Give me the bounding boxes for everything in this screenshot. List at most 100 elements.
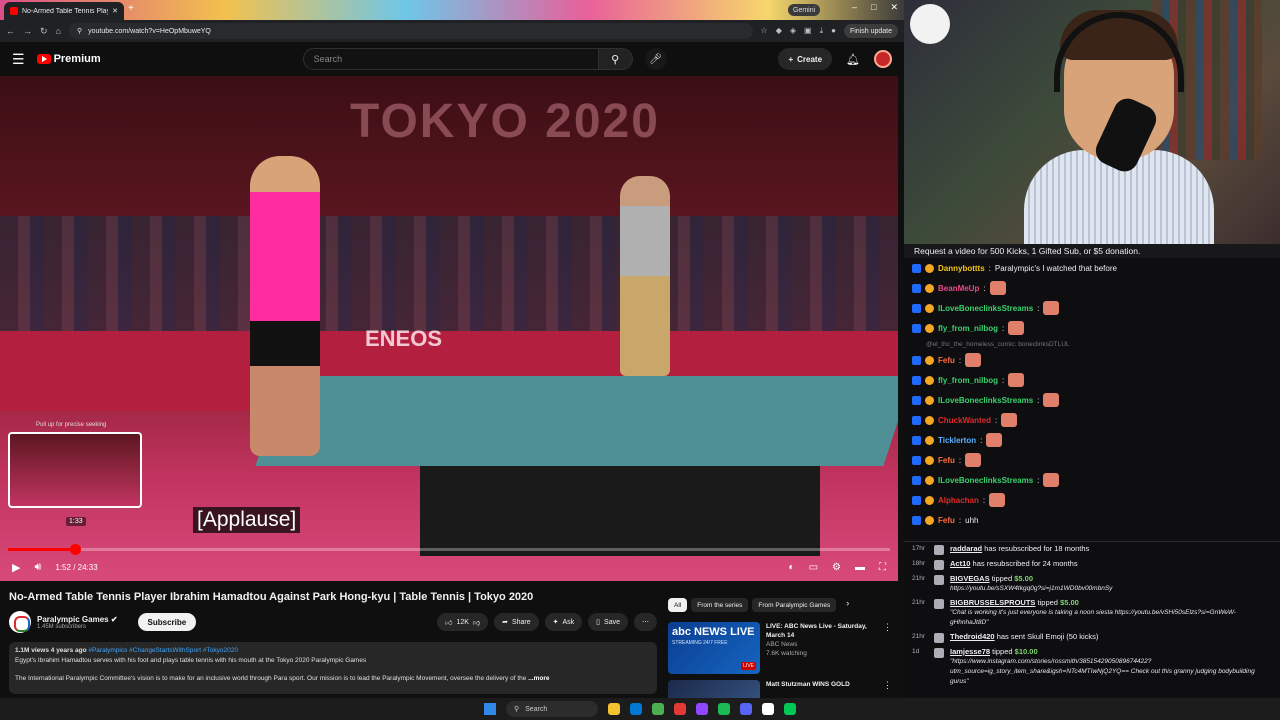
close-tab-icon[interactable]: ✕	[112, 7, 118, 15]
chat-username[interactable]: ILoveBoneclinksStreams	[938, 304, 1033, 313]
app-icon[interactable]	[762, 703, 774, 715]
account-avatar[interactable]	[874, 50, 892, 68]
app-icon[interactable]	[784, 703, 796, 715]
autoplay-toggle-icon[interactable]: ◐	[789, 562, 795, 573]
minimize-icon[interactable]: –	[852, 2, 857, 13]
chip-from-series[interactable]: From the series	[691, 598, 749, 612]
voice-search-button[interactable]: 🎤︎	[644, 48, 667, 70]
extension-icon[interactable]: ◆	[776, 26, 782, 36]
extension-icon[interactable]: ▣	[804, 26, 812, 36]
chip-from-channel[interactable]: From Paralympic Games	[752, 598, 837, 612]
app-icon[interactable]	[674, 703, 686, 715]
more-actions-button[interactable]: ⋯	[634, 613, 657, 631]
share-button[interactable]: ➦ Share	[494, 613, 539, 631]
event-username[interactable]: BIGBRUSSELSPROUTS	[950, 598, 1035, 607]
spotify-icon[interactable]	[718, 703, 730, 715]
reload-icon[interactable]: ↻	[40, 26, 48, 37]
browser-tab[interactable]: No-Armed Table Tennis Player ✕	[4, 2, 124, 20]
fullscreen-icon[interactable]: ⛶	[879, 562, 886, 573]
chevron-right-icon[interactable]: ›	[846, 598, 849, 612]
chat-username[interactable]: ILoveBoneclinksStreams	[938, 476, 1033, 485]
chat-username[interactable]: fly_from_nilbog	[938, 324, 998, 333]
event-username[interactable]: Iamjesse78	[950, 647, 990, 656]
event-username[interactable]: BIGVEGAS	[950, 574, 990, 583]
close-window-icon[interactable]: ✕	[890, 2, 898, 13]
maximize-icon[interactable]: □	[871, 2, 876, 13]
file-explorer-icon[interactable]	[608, 703, 620, 715]
description-box[interactable]: 1.1M views 4 years ago #Paralympics #Cha…	[9, 642, 657, 694]
chat-username[interactable]: Alphachan	[938, 496, 979, 505]
chat-emote-icon[interactable]	[965, 353, 982, 367]
channel-name[interactable]: Paralympic Games ✔	[37, 615, 118, 624]
chat-username[interactable]: Dannybottts	[938, 264, 985, 273]
settings-gear-icon[interactable]: ⚙	[832, 562, 841, 573]
recommended-channel[interactable]: ABC News	[766, 640, 877, 649]
new-tab-button[interactable]: +	[128, 3, 134, 14]
more-vertical-icon[interactable]: ⋮	[883, 622, 892, 674]
chat-emote-icon[interactable]	[1008, 321, 1025, 335]
chrome-icon[interactable]	[652, 703, 664, 715]
extension-icon[interactable]: ◈	[790, 26, 796, 36]
gemini-button[interactable]: Gemini	[788, 4, 821, 16]
youtube-logo[interactable]: Premium	[36, 53, 101, 65]
captions-icon[interactable]: ▭	[809, 562, 818, 573]
chat-emote-icon[interactable]	[989, 493, 1006, 507]
recommended-title[interactable]: LIVE: ABC News Live - Saturday, March 14	[766, 622, 877, 640]
chip-all[interactable]: All	[668, 598, 688, 612]
recommended-title[interactable]: Matt Stutzman WINS GOLD	[766, 680, 877, 689]
site-info-icon[interactable]: ⚲	[77, 27, 82, 35]
chat-username[interactable]: Fefu	[938, 356, 955, 365]
event-username[interactable]: raddarad	[950, 544, 982, 553]
chat-emote-icon[interactable]	[965, 453, 982, 467]
volume-icon[interactable]: 🔊︎	[34, 561, 41, 574]
profile-icon[interactable]: ●	[831, 26, 836, 36]
download-icon[interactable]: ⤓	[820, 26, 824, 36]
chat-emote-icon[interactable]	[1043, 473, 1060, 487]
show-more-link[interactable]: ...more	[528, 675, 549, 682]
edge-icon[interactable]	[630, 703, 642, 715]
progress-bar[interactable]	[8, 544, 890, 555]
chat-username[interactable]: ChuckWanted	[938, 416, 991, 425]
windows-start-icon[interactable]	[484, 703, 496, 715]
play-icon[interactable]: ▶	[12, 561, 20, 574]
twitch-icon[interactable]	[696, 703, 708, 715]
recommended-video[interactable]: Matt Stutzman WINS GOLD ⋮	[668, 680, 892, 698]
discord-icon[interactable]	[740, 703, 752, 715]
theater-mode-icon[interactable]: ▬	[855, 562, 865, 573]
save-button[interactable]: ▯ Save	[588, 613, 628, 631]
bookmark-star-icon[interactable]: ☆	[761, 26, 768, 36]
chat-username[interactable]: fly_from_nilbog	[938, 376, 998, 385]
more-vertical-icon[interactable]: ⋮	[883, 680, 892, 698]
video-player[interactable]: TOKYO 2020 ENEOS Pull up for precise see…	[0, 76, 898, 581]
back-icon[interactable]: ←	[6, 26, 15, 36]
search-button[interactable]: ⚲	[598, 48, 633, 70]
subscribe-button[interactable]: Subscribe	[137, 613, 197, 631]
taskbar-search[interactable]: ⚲ Search	[506, 701, 598, 717]
notifications-bell-icon[interactable]: 🔔︎	[846, 53, 860, 66]
create-button[interactable]: + Create	[778, 48, 833, 70]
chat-username[interactable]: BeanMeUp	[938, 284, 979, 293]
url-field[interactable]: ⚲ youtube.com/watch?v=HeOpMbuweYQ	[68, 23, 753, 39]
chat-emote-icon[interactable]	[1008, 373, 1025, 387]
chat-emote-icon[interactable]	[1043, 301, 1060, 315]
hamburger-menu-icon[interactable]: ☰	[12, 51, 25, 68]
recommended-thumbnail[interactable]	[668, 680, 760, 698]
event-username[interactable]: Thedroid420	[950, 632, 995, 641]
thumbs-down-icon[interactable]: 👎︎	[473, 618, 480, 627]
finish-update-button[interactable]: Finish update	[843, 24, 898, 38]
search-input[interactable]: Search	[302, 48, 599, 70]
like-button[interactable]: 👍︎ 12K 👎︎	[437, 613, 489, 631]
chat-emote-icon[interactable]	[1043, 393, 1060, 407]
chat-username[interactable]: Fefu	[938, 516, 955, 525]
event-username[interactable]: Act10	[950, 559, 970, 568]
recommended-thumbnail[interactable]: abc NEWS LIVE STREAMING 24/7 FREE LIVE	[668, 622, 760, 674]
chat-username[interactable]: Fefu	[938, 456, 955, 465]
chat-emote-icon[interactable]	[1001, 413, 1018, 427]
channel-avatar[interactable]	[9, 611, 31, 633]
home-icon[interactable]: ⌂	[56, 26, 61, 36]
chat-username[interactable]: ILoveBoneclinksStreams	[938, 396, 1033, 405]
ask-button[interactable]: ✦ Ask	[544, 613, 583, 631]
recommended-video[interactable]: abc NEWS LIVE STREAMING 24/7 FREE LIVE L…	[668, 622, 892, 674]
chat-emote-icon[interactable]	[989, 281, 1006, 295]
scrubber-handle[interactable]	[70, 544, 82, 555]
